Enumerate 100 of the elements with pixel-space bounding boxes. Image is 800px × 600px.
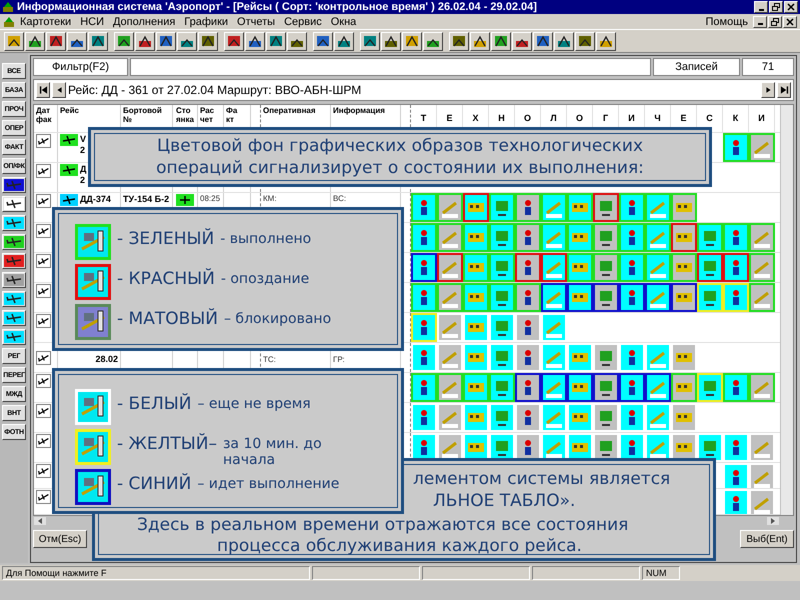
last-button[interactable]	[777, 82, 791, 98]
filter-field[interactable]	[130, 58, 651, 76]
operation-icon[interactable]	[567, 223, 593, 252]
menu-item[interactable]: Графики	[180, 16, 232, 28]
dialog-button[interactable]: Выб(Ent)	[740, 530, 794, 548]
operation-icon[interactable]	[671, 373, 697, 402]
operation-icon[interactable]	[489, 283, 515, 312]
dialog-button[interactable]: Отм(Esc)	[33, 530, 87, 548]
toolbar-button[interactable]	[596, 32, 616, 50]
operation-icon[interactable]	[671, 283, 697, 312]
restore-button[interactable]	[768, 16, 782, 28]
toolbar-button[interactable]	[25, 32, 45, 50]
scroll-right-button[interactable]	[766, 516, 780, 526]
toolbar-button[interactable]	[114, 32, 134, 50]
operation-icon[interactable]	[593, 373, 619, 402]
toolbar-button[interactable]	[533, 32, 553, 50]
minimize-button[interactable]	[753, 16, 767, 28]
operation-icon[interactable]	[723, 133, 749, 162]
toolbar-button[interactable]	[88, 32, 108, 50]
toolbar-button[interactable]	[470, 32, 490, 50]
menu-item[interactable]: Сервис	[280, 16, 326, 28]
scroll-left-button[interactable]	[33, 516, 47, 526]
toolbar-button[interactable]	[381, 32, 401, 50]
operation-icon[interactable]	[697, 223, 723, 252]
operation-icon[interactable]	[463, 223, 489, 252]
toolbar-button[interactable]	[512, 32, 532, 50]
operation-icon[interactable]	[593, 283, 619, 312]
operation-icon[interactable]	[463, 283, 489, 312]
toolbar-button[interactable]	[198, 32, 218, 50]
toolbar-button[interactable]	[135, 32, 155, 50]
operation-icon[interactable]	[515, 223, 541, 252]
toolbar-button[interactable]	[266, 32, 286, 50]
operation-icon[interactable]	[567, 283, 593, 312]
operation-icon[interactable]	[567, 193, 593, 222]
operation-icon[interactable]	[489, 223, 515, 252]
operation-icon[interactable]	[645, 373, 671, 402]
operation-icon[interactable]	[723, 223, 749, 252]
operation-icon[interactable]	[619, 283, 645, 312]
operation-icon[interactable]	[411, 253, 437, 282]
toolbar-button[interactable]	[313, 32, 333, 50]
menu-item[interactable]: НСИ	[76, 16, 108, 28]
operation-icon[interactable]	[515, 373, 541, 402]
vertical-scrollbar[interactable]	[780, 105, 793, 515]
operation-icon[interactable]	[411, 373, 437, 402]
operation-icon[interactable]	[515, 283, 541, 312]
operation-icon[interactable]	[541, 283, 567, 312]
operation-icon[interactable]	[671, 253, 697, 282]
close-button[interactable]	[784, 1, 798, 13]
operation-icon[interactable]	[697, 253, 723, 282]
operation-icon[interactable]	[619, 253, 645, 282]
operation-icon[interactable]	[619, 373, 645, 402]
operation-icon[interactable]	[463, 373, 489, 402]
toolbar-button[interactable]	[575, 32, 595, 50]
operation-icon[interactable]	[671, 193, 697, 222]
toolbar-button[interactable]	[67, 32, 87, 50]
operation-icon[interactable]	[671, 223, 697, 252]
operation-icon[interactable]	[593, 193, 619, 222]
restore-button[interactable]	[769, 1, 783, 13]
operation-icon[interactable]	[489, 373, 515, 402]
toolbar-button[interactable]	[4, 32, 24, 50]
toolbar-button[interactable]	[177, 32, 197, 50]
operation-icon[interactable]	[593, 223, 619, 252]
toolbar-button[interactable]	[554, 32, 574, 50]
previous-button[interactable]	[52, 82, 66, 98]
toolbar-button[interactable]	[402, 32, 422, 50]
operation-icon[interactable]	[619, 193, 645, 222]
toolbar-button[interactable]	[334, 32, 354, 50]
operation-icon[interactable]	[463, 253, 489, 282]
toolbar-button[interactable]	[360, 32, 380, 50]
first-button[interactable]	[36, 82, 50, 98]
operation-icon[interactable]	[567, 253, 593, 282]
operation-icon[interactable]	[411, 193, 437, 222]
filter-button[interactable]: Фильтр(F2)	[33, 58, 128, 76]
toolbar-button[interactable]	[423, 32, 443, 50]
operation-icon[interactable]	[463, 193, 489, 222]
operation-icon[interactable]	[489, 193, 515, 222]
operation-icon[interactable]	[723, 373, 749, 402]
toolbar-button[interactable]	[224, 32, 244, 50]
operation-icon[interactable]	[723, 253, 749, 282]
menu-item[interactable]: Окна	[326, 16, 360, 28]
close-button[interactable]	[783, 16, 797, 28]
toolbar-button[interactable]	[156, 32, 176, 50]
operation-icon[interactable]	[619, 223, 645, 252]
toolbar-button[interactable]	[449, 32, 469, 50]
operation-icon[interactable]	[567, 373, 593, 402]
operation-icon[interactable]	[515, 253, 541, 282]
minimize-button[interactable]	[754, 1, 768, 13]
menu-item[interactable]: Картотеки	[16, 16, 76, 28]
operation-icon[interactable]	[593, 253, 619, 282]
operation-icon[interactable]	[411, 223, 437, 252]
operation-icon[interactable]	[489, 253, 515, 282]
menu-item[interactable]: Отчеты	[233, 16, 280, 28]
operation-icon[interactable]	[645, 283, 671, 312]
help-menu[interactable]: Помощь	[702, 16, 752, 28]
toolbar-button[interactable]	[46, 32, 66, 50]
operation-icon[interactable]	[515, 193, 541, 222]
menu-item[interactable]: Дополнения	[108, 16, 180, 28]
toolbar-button[interactable]	[491, 32, 511, 50]
toolbar-button[interactable]	[245, 32, 265, 50]
next-button[interactable]	[761, 82, 775, 98]
